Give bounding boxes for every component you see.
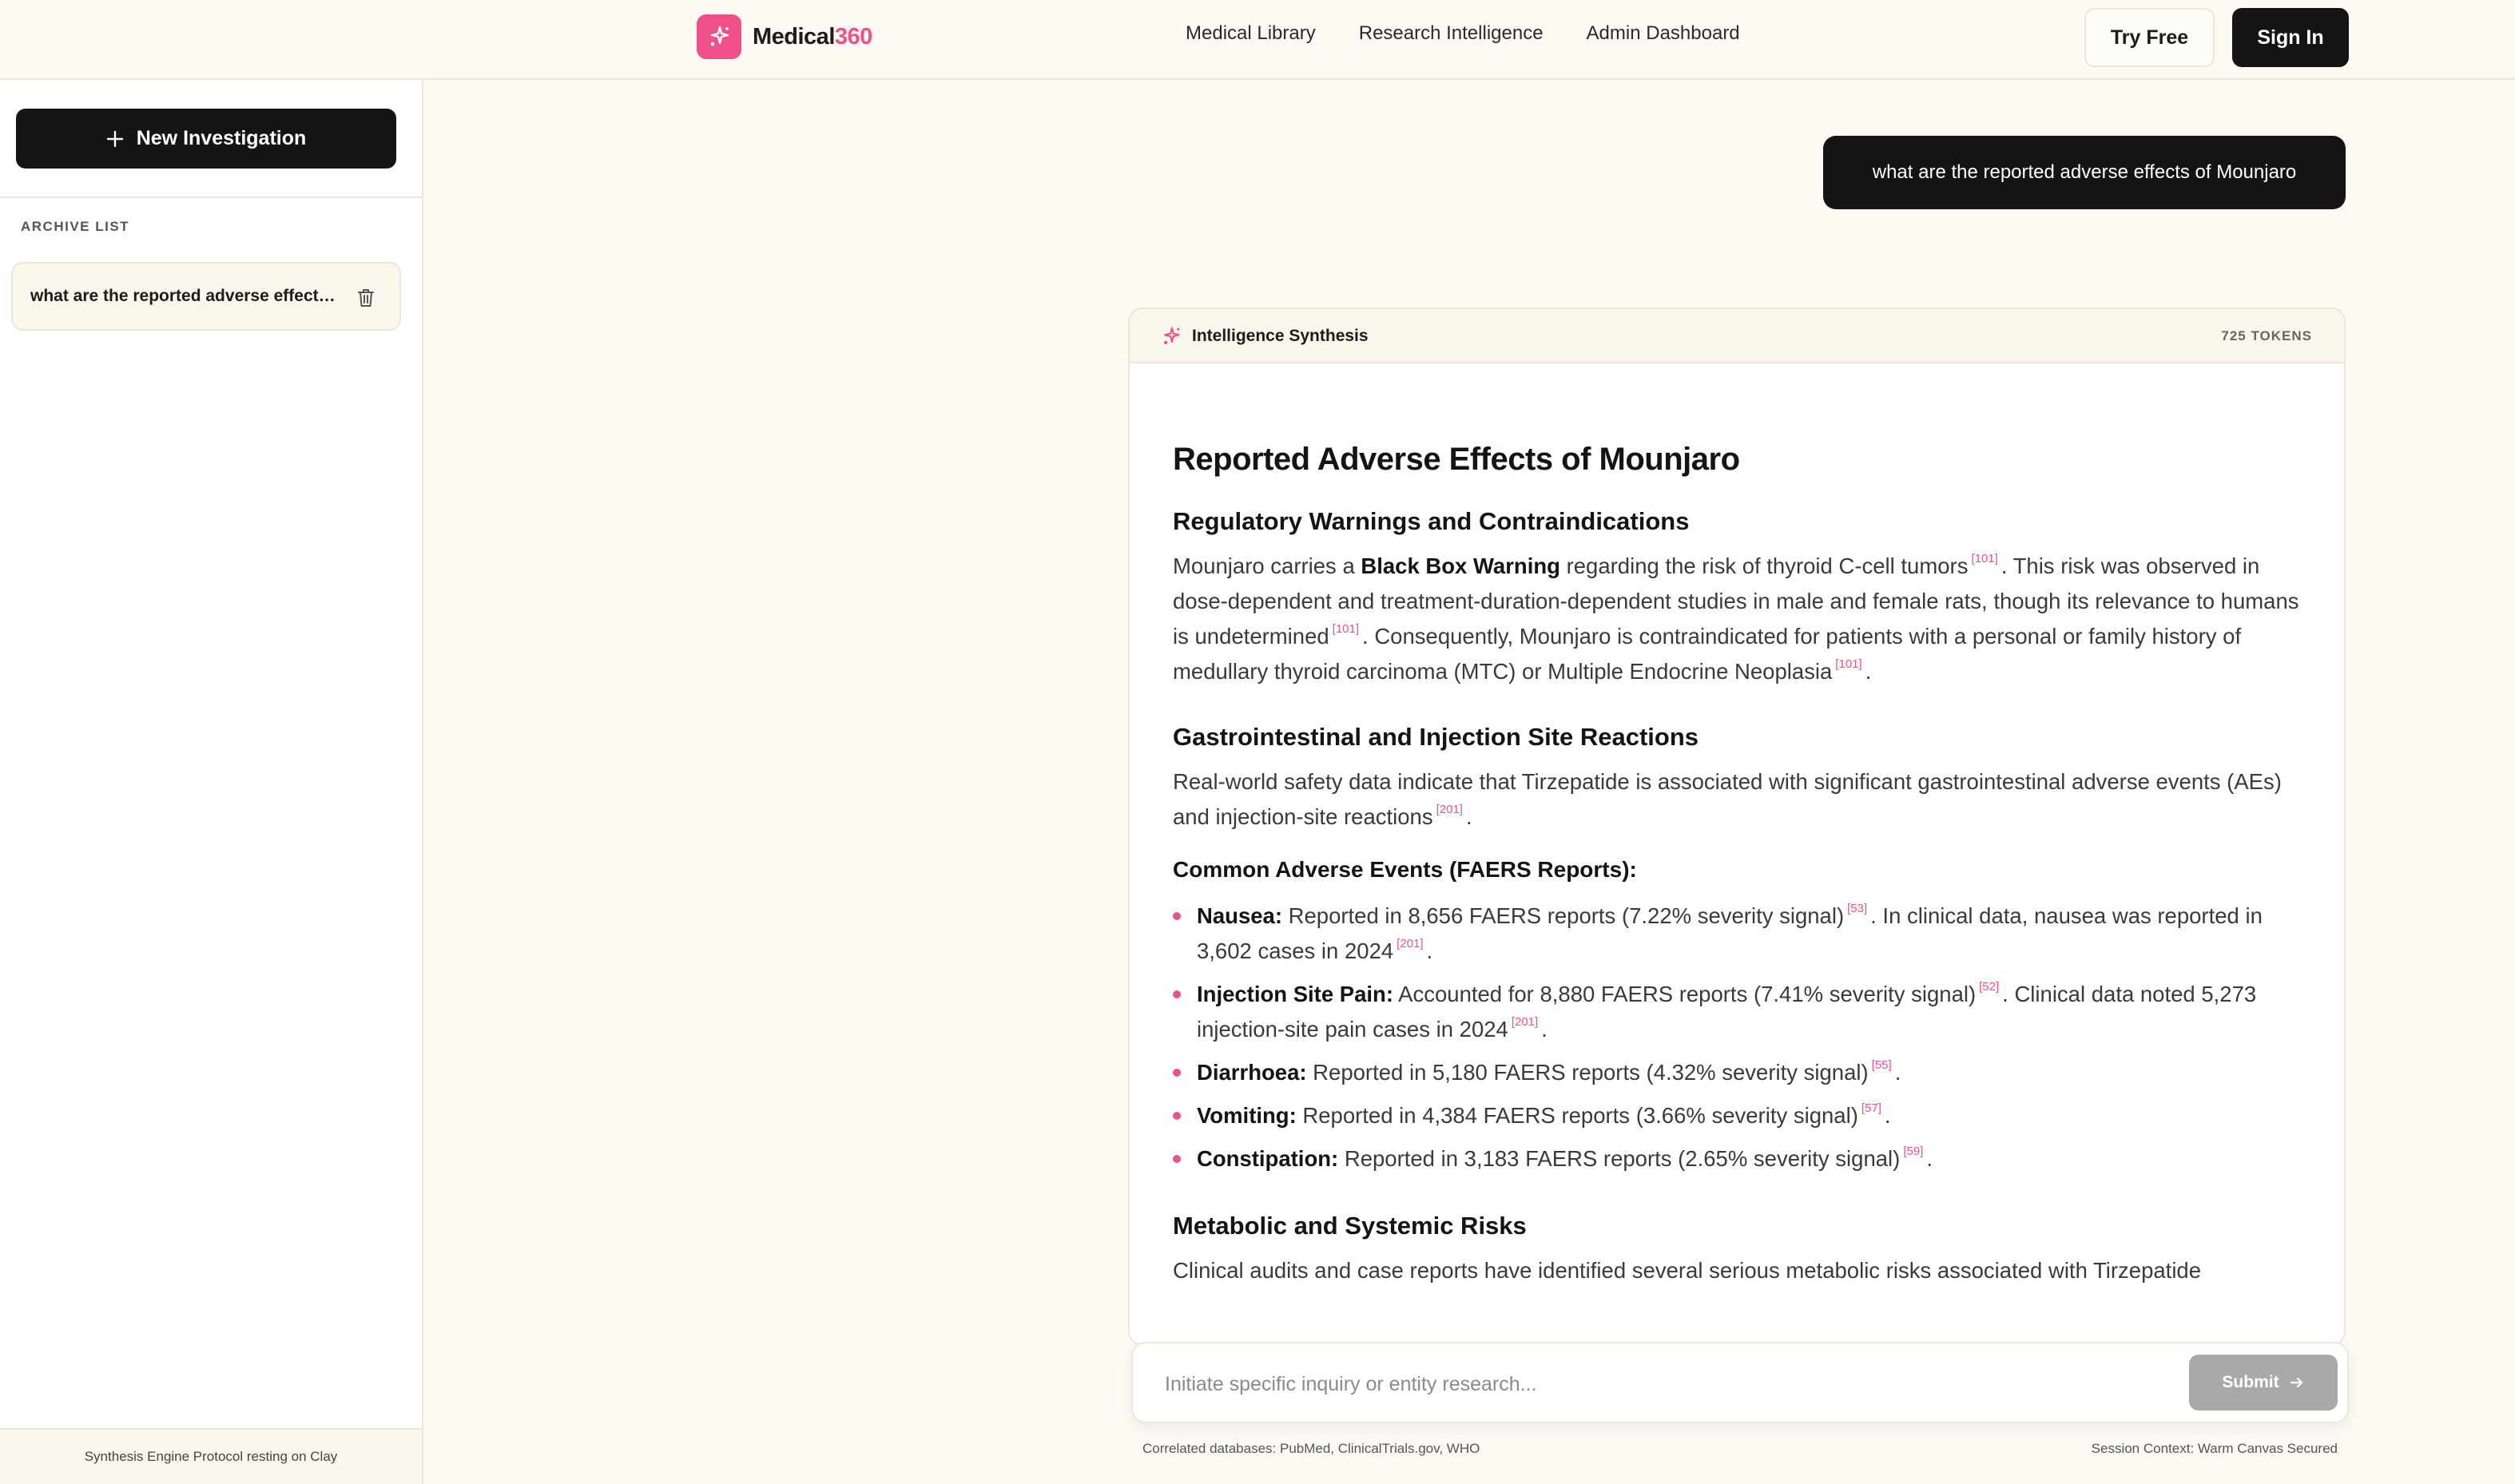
citation-link[interactable]: [101]: [1835, 657, 1861, 671]
sidebar-divider: [0, 196, 422, 198]
sparkle-icon: [1163, 327, 1180, 344]
section-heading-gi: Gastrointestinal and Injection Site Reac…: [1173, 723, 1699, 751]
correlated-databases-note: Correlated databases: PubMed, ClinicalTr…: [1142, 1441, 1480, 1456]
brand-logo[interactable]: Medical360: [697, 14, 872, 59]
inquiry-bar: Submit: [1131, 1342, 2349, 1423]
paragraph-metabolic: Clinical audits and case reports have id…: [1173, 1258, 2202, 1283]
card-header: Intelligence Synthesis 725 TOKENS: [1130, 309, 2344, 363]
citation-link[interactable]: [53]: [1847, 902, 1867, 915]
black-box-warning-text: Black Box Warning: [1361, 554, 1560, 578]
list-item: Nausea: Reported in 8,656 FAERS reports …: [1173, 899, 2301, 969]
citation-link[interactable]: [201]: [1397, 937, 1423, 950]
user-message-bubble: what are the reported adverse effects of…: [1823, 136, 2346, 209]
list-item: Vomiting: Reported in 4,384 FAERS report…: [1173, 1098, 2301, 1133]
archive-list-label: ARCHIVE LIST: [21, 219, 130, 234]
citation-link[interactable]: [59]: [1903, 1145, 1923, 1158]
answer-title: Reported Adverse Effects of Mounjaro: [1173, 442, 1740, 477]
sidebar: New Investigation ARCHIVE LIST what are …: [0, 80, 423, 1484]
section-heading-faers: Common Adverse Events (FAERS Reports):: [1173, 857, 1637, 882]
new-investigation-label: New Investigation: [136, 127, 307, 149]
trash-icon[interactable]: [356, 288, 375, 308]
citation-link[interactable]: [55]: [1872, 1058, 1892, 1072]
sidebar-footer: Synthesis Engine Protocol resting on Cla…: [0, 1428, 422, 1484]
try-free-button[interactable]: Try Free: [2084, 8, 2215, 67]
paragraph-gi: Real-world safety data indicate that Tir…: [1173, 769, 2282, 829]
citation-link[interactable]: [57]: [1861, 1101, 1881, 1115]
list-item: Diarrhoea: Reported in 5,180 FAERS repor…: [1173, 1055, 2301, 1090]
card-title: Intelligence Synthesis: [1192, 327, 1369, 345]
answer-body: Reported Adverse Effects of Mounjaro Reg…: [1173, 440, 2301, 1288]
paragraph-regulatory: Mounjaro carries a Black Box Warning reg…: [1173, 552, 2299, 684]
citation-link[interactable]: [201]: [1512, 1015, 1538, 1029]
nav-medical-library[interactable]: Medical Library: [1186, 22, 1316, 45]
brand-name: Medical360: [753, 23, 872, 50]
main-nav: Medical Library Research Intelligence Ad…: [1186, 22, 1740, 45]
section-heading-metabolic: Metabolic and Systemic Risks: [1173, 1212, 1527, 1240]
inquiry-input[interactable]: [1165, 1364, 2140, 1404]
submit-button[interactable]: Submit: [2189, 1355, 2338, 1411]
nav-admin-dashboard[interactable]: Admin Dashboard: [1587, 22, 1740, 45]
new-investigation-button[interactable]: New Investigation: [16, 109, 396, 169]
top-header: Medical360 Medical Library Research Inte…: [0, 0, 2515, 80]
list-item: Injection Site Pain: Accounted for 8,880…: [1173, 977, 2301, 1047]
nav-research-intelligence[interactable]: Research Intelligence: [1359, 22, 1544, 45]
adverse-events-list: Nausea: Reported in 8,656 FAERS reports …: [1173, 899, 2301, 1176]
token-count: 725 TOKENS: [2221, 328, 2312, 343]
submit-label: Submit: [2222, 1373, 2279, 1391]
session-context-note: Session Context: Warm Canvas Secured: [2091, 1441, 2338, 1456]
sparkle-icon: [697, 14, 741, 59]
section-heading-regulatory: Regulatory Warnings and Contraindication…: [1173, 507, 1690, 535]
citation-link[interactable]: [101]: [1333, 622, 1359, 636]
arrow-right-icon: [2290, 1377, 2302, 1388]
citation-link[interactable]: [101]: [1971, 552, 1997, 565]
plus-icon: [106, 130, 123, 147]
answer-card: Intelligence Synthesis 725 TOKENS Report…: [1128, 308, 2346, 1346]
list-item: Constipation: Reported in 3,183 FAERS re…: [1173, 1141, 2301, 1176]
sign-in-button[interactable]: Sign In: [2232, 8, 2349, 67]
citation-link[interactable]: [201]: [1436, 803, 1463, 816]
archive-item[interactable]: what are the reported adverse effects of…: [11, 262, 401, 331]
archive-item-label: what are the reported adverse effects of…: [30, 287, 342, 305]
citation-link[interactable]: [52]: [1979, 980, 1999, 994]
